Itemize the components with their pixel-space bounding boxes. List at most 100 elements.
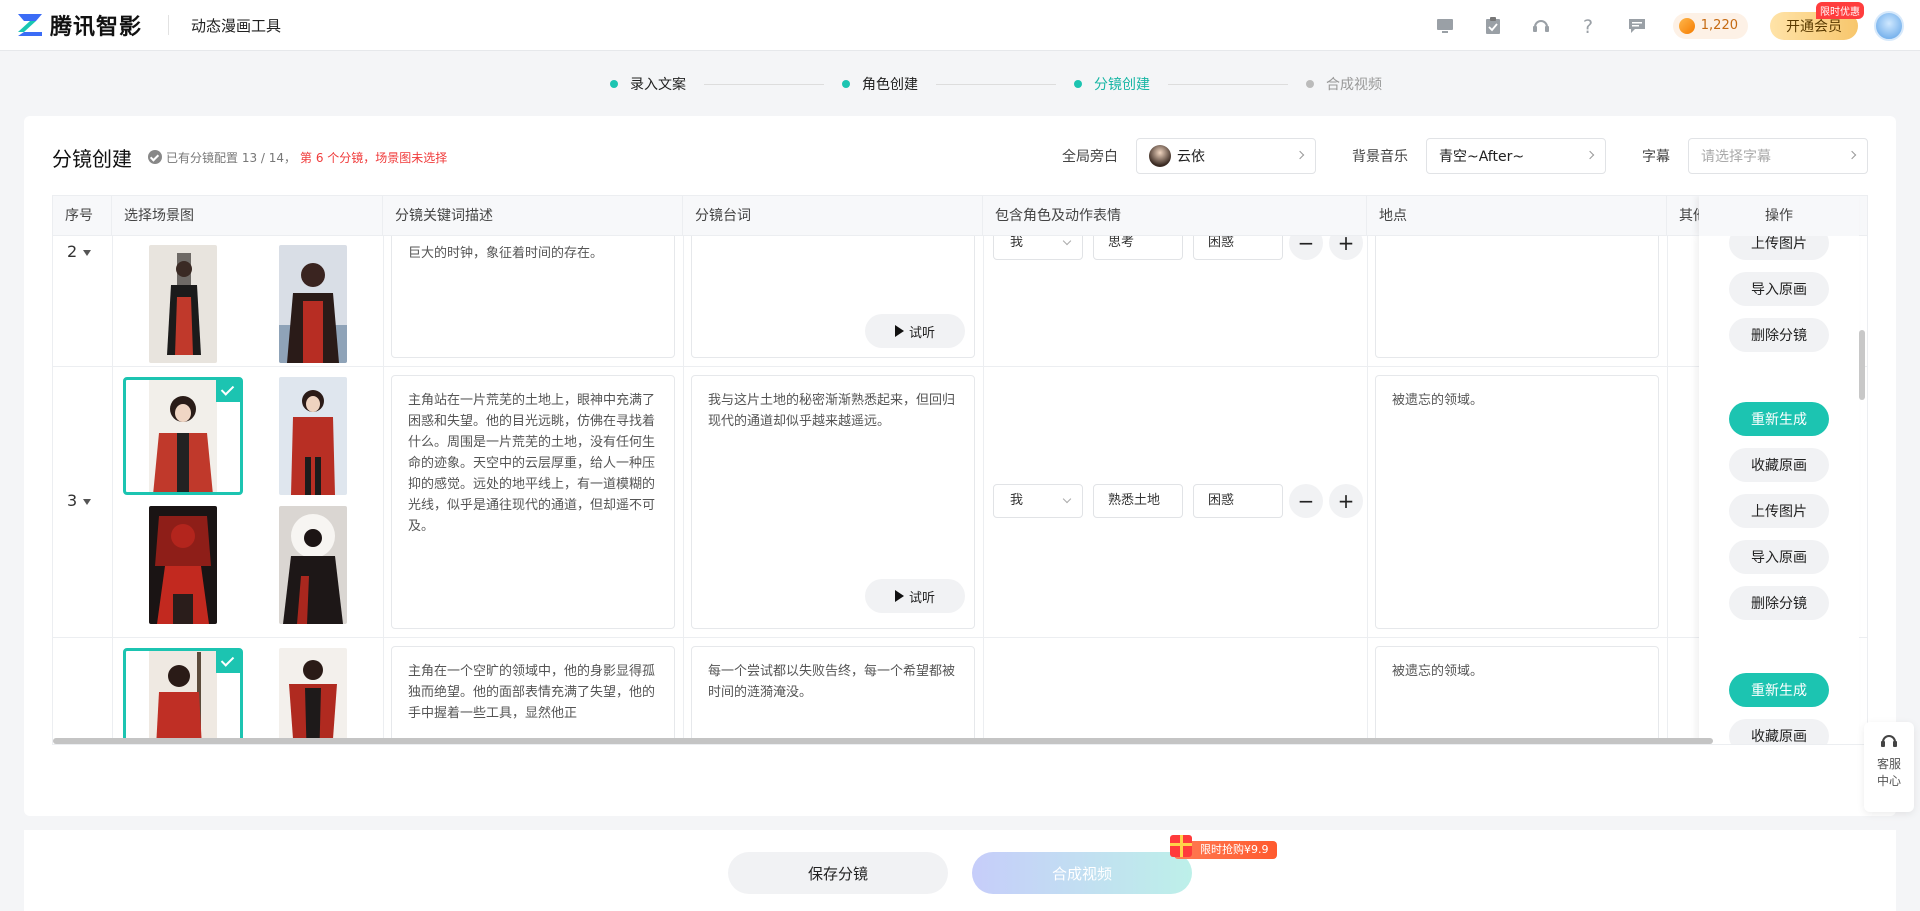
remove-role-button[interactable]: − xyxy=(1289,484,1323,518)
selected-frame[interactable] xyxy=(123,648,243,744)
action-input[interactable]: 思考 xyxy=(1093,236,1183,260)
action-input[interactable]: 熟悉土地 xyxy=(1093,484,1183,518)
step-label: 分镜创建 xyxy=(1094,77,1150,93)
col-scene-image: 选择场景图 xyxy=(112,196,383,236)
caret-down-icon xyxy=(83,498,92,505)
subtitle-select[interactable]: 请选择字幕 xyxy=(1688,138,1868,174)
location-textarea[interactable] xyxy=(1375,236,1659,358)
headset-icon xyxy=(1881,735,1897,747)
description-textarea[interactable]: 主角在一个空旷的领域中，他的身影显得孤独而绝望。他的面部表情充满了失望，他的手中… xyxy=(391,646,675,744)
subtitle-placeholder: 请选择字幕 xyxy=(1701,149,1771,165)
progress-steps: 录入文案 角色创建 分镜创建 合成视频 xyxy=(610,72,1382,96)
check-icon xyxy=(216,380,240,402)
table-row: 2 巨大的时钟，象征着时间的存在。 试听 我 思考 困惑 − + xyxy=(53,236,1867,367)
scene-thumbnail[interactable] xyxy=(149,506,217,624)
description-textarea[interactable]: 主角站在一片荒芜的土地上，眼神中充满了困惑和失望。他的目光远眺，仿佛在寻找着什么… xyxy=(391,375,675,629)
table-row: 主角在一个空旷的领域中，他的身影显得孤独而绝望。他的面部表情充满了失望，他的手中… xyxy=(53,638,1867,744)
import-artwork-button[interactable]: 导入原画 xyxy=(1729,540,1829,574)
help-icon[interactable]: ? xyxy=(1577,14,1601,38)
col-seq: 序号 xyxy=(53,196,112,236)
table-body: 2 巨大的时钟，象征着时间的存在。 试听 我 思考 困惑 − + 3 主角站在一… xyxy=(53,236,1867,744)
selected-frame[interactable] xyxy=(123,377,243,495)
upload-image-button[interactable]: 上传图片 xyxy=(1729,494,1829,528)
row-seq[interactable]: 3 xyxy=(67,491,92,510)
step-dot xyxy=(842,80,850,88)
chevron-right-icon xyxy=(1847,150,1857,160)
bgm-select[interactable]: 青空~After~ xyxy=(1426,138,1606,174)
message-icon[interactable] xyxy=(1625,14,1649,38)
location-textarea[interactable]: 被遗忘的领域。 xyxy=(1375,646,1659,744)
collect-artwork-button[interactable]: 收藏原画 xyxy=(1729,719,1829,744)
step-dot xyxy=(1306,80,1314,88)
scene-thumbnail[interactable] xyxy=(149,245,217,363)
chevron-down-icon xyxy=(1062,236,1072,246)
import-artwork-button[interactable]: 导入原画 xyxy=(1729,272,1829,306)
play-icon xyxy=(894,590,904,602)
regenerate-button[interactable]: 重新生成 xyxy=(1729,402,1829,436)
scene-thumbnail[interactable] xyxy=(279,245,347,363)
role-select[interactable]: 我 xyxy=(993,236,1083,260)
bgm-label: 背景音乐 xyxy=(1352,149,1408,165)
listen-button[interactable]: 试听 xyxy=(865,314,965,348)
listen-button[interactable]: 试听 xyxy=(865,579,965,613)
delete-shot-button[interactable]: 删除分镜 xyxy=(1729,318,1829,352)
step-label: 合成视频 xyxy=(1326,77,1382,93)
upload-image-button[interactable]: 上传图片 xyxy=(1729,236,1829,260)
logo-icon xyxy=(16,12,44,38)
collect-artwork-button[interactable]: 收藏原画 xyxy=(1729,448,1829,482)
monitor-icon[interactable] xyxy=(1433,14,1457,38)
play-icon xyxy=(894,325,904,337)
user-avatar[interactable] xyxy=(1874,10,1904,41)
row-seq[interactable]: 2 xyxy=(67,242,92,261)
open-vip-button[interactable]: 开通会员 限时优惠 xyxy=(1770,1,1864,40)
coin-balance[interactable]: 1,220 xyxy=(1672,12,1748,39)
role-select[interactable]: 我 xyxy=(993,484,1083,518)
step-storyboard[interactable]: 分镜创建 xyxy=(1074,74,1150,94)
table-row: 3 主角站在一片荒芜的土地上，眼神中充满了困惑和失望。他的目光远眺，仿佛在寻找着… xyxy=(53,367,1867,638)
col-operations: 操作 xyxy=(1699,196,1859,236)
header-divider xyxy=(168,15,170,35)
step-input-script[interactable]: 录入文案 xyxy=(610,74,686,94)
chevron-right-icon xyxy=(1295,150,1305,160)
svg-text:?: ? xyxy=(1583,16,1593,36)
dialogue-textarea[interactable]: 每一个尝试都以失败告终，每一个希望都被时间的涟漪淹没。 xyxy=(691,646,975,744)
check-icon xyxy=(216,651,240,673)
step-label: 角色创建 xyxy=(862,77,918,93)
col-roles: 包含角色及动作表情 xyxy=(983,196,1367,236)
scene-thumbnail[interactable] xyxy=(279,648,347,744)
description-textarea[interactable]: 巨大的时钟，象征着时间的存在。 xyxy=(391,236,675,358)
customer-service-widget[interactable]: 客服中心 xyxy=(1864,722,1914,812)
brand-name: 腾讯智影 xyxy=(50,15,143,40)
expression-input[interactable]: 困惑 xyxy=(1193,236,1283,260)
narrator-value: 云依 xyxy=(1177,149,1205,165)
save-storyboard-button[interactable]: 保存分镜 xyxy=(728,852,948,894)
table-header: 序号 选择场景图 分镜关键词描述 分镜台词 包含角色及动作表情 地点 其他 操作 xyxy=(53,196,1867,236)
delete-shot-button[interactable]: 删除分镜 xyxy=(1729,586,1829,620)
brand-logo[interactable]: 腾讯智影 xyxy=(16,9,142,41)
narrator-select[interactable]: 云依 xyxy=(1136,138,1316,174)
config-warning[interactable]: 第 6 个分镜，场景图未选择 xyxy=(300,149,447,166)
expression-input[interactable]: 困惑 xyxy=(1193,484,1283,518)
scene-thumbnail[interactable] xyxy=(279,377,347,495)
scene-thumbnail[interactable] xyxy=(279,506,347,624)
step-create-role[interactable]: 角色创建 xyxy=(842,74,918,94)
regenerate-button[interactable]: 重新生成 xyxy=(1729,673,1829,707)
top-bar: 腾讯智影 动态漫画工具 ? 1,220 开通会员 限时优惠 xyxy=(0,0,1920,51)
add-role-button[interactable]: + xyxy=(1329,484,1363,518)
location-textarea[interactable]: 被遗忘的领域。 xyxy=(1375,375,1659,629)
vertical-scrollbar[interactable] xyxy=(1859,330,1865,400)
page-title: 分镜创建 xyxy=(52,146,132,171)
remove-role-button[interactable]: − xyxy=(1289,236,1323,260)
col-description: 分镜关键词描述 xyxy=(383,196,683,236)
bottom-action-bar: 保存分镜 合成视频 限时抢购¥9.9 xyxy=(24,830,1896,911)
horizontal-scrollbar[interactable] xyxy=(53,738,1713,744)
headset-icon[interactable] xyxy=(1529,14,1553,38)
step-compose-video[interactable]: 合成视频 xyxy=(1306,74,1382,94)
col-location: 地点 xyxy=(1367,196,1667,236)
step-connector xyxy=(936,83,1056,85)
step-dot xyxy=(610,80,618,88)
compose-video-button[interactable]: 合成视频 xyxy=(972,852,1192,894)
clipboard-icon[interactable] xyxy=(1481,14,1505,38)
add-role-button[interactable]: + xyxy=(1329,236,1363,260)
config-status: 已有分镜配置 13 / 14， xyxy=(166,150,297,165)
